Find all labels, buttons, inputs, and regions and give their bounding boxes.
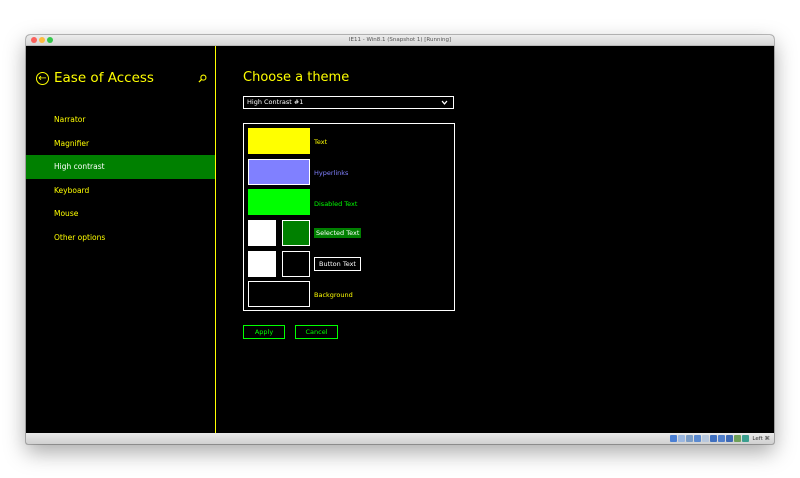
network-icon[interactable] <box>694 435 702 442</box>
mouse-integration-icon[interactable] <box>742 435 750 442</box>
button-text-fg-swatch[interactable] <box>248 251 276 277</box>
sidebar-item-narrator[interactable]: Narrator <box>26 108 215 132</box>
back-arrow-icon[interactable]: ← <box>36 72 49 85</box>
hard-disk-icon[interactable] <box>670 435 678 442</box>
sidebar: ← Ease of Access Narrator Magnifier High… <box>26 46 216 433</box>
selected-text-fg-swatch[interactable] <box>248 220 276 246</box>
optical-drive-icon[interactable] <box>678 435 686 442</box>
audio-icon[interactable] <box>686 435 694 442</box>
selected-text-bg-swatch[interactable] <box>282 220 310 246</box>
hyperlinks-color-swatch[interactable] <box>248 159 310 185</box>
window-titlebar: IE11 - Win8.1 (Snapshot 1) [Running] <box>26 35 774 46</box>
theme-dropdown-value: High Contrast #1 <box>247 98 304 106</box>
search-icon[interactable] <box>198 74 207 83</box>
page-title: Choose a theme <box>243 70 350 85</box>
shared-folder-icon[interactable] <box>710 435 718 442</box>
chevron-down-icon <box>441 100 448 105</box>
sidebar-item-magnifier[interactable]: Magnifier <box>26 132 215 156</box>
display-icon[interactable] <box>718 435 726 442</box>
hyperlinks-swatch-label: Hyperlinks <box>314 169 349 177</box>
text-swatch-label: Text <box>314 138 328 146</box>
text-color-swatch[interactable] <box>248 128 310 154</box>
theme-swatch-panel: Text Hyperlinks Disabled Text Selected T… <box>243 123 455 311</box>
main-content: Choose a theme High Contrast #1 Text Hyp… <box>216 46 774 433</box>
app-window: IE11 - Win8.1 (Snapshot 1) [Running] ← E… <box>26 35 774 444</box>
vt-x-icon[interactable] <box>734 435 742 442</box>
sidebar-item-keyboard[interactable]: Keyboard <box>26 179 215 203</box>
video-capture-icon[interactable] <box>726 435 734 442</box>
background-swatch-label: Background <box>314 291 353 299</box>
button-text-swatch-label: Button Text <box>314 257 361 271</box>
cancel-button[interactable]: Cancel <box>295 325 338 339</box>
sidebar-item-other-options[interactable]: Other options <box>26 226 215 250</box>
disabled-text-swatch-label: Disabled Text <box>314 200 358 208</box>
usb-icon[interactable] <box>702 435 710 442</box>
host-key-label: Left ⌘ <box>752 435 770 442</box>
sidebar-nav: Narrator Magnifier High contrast Keyboar… <box>26 108 215 250</box>
disabled-text-color-swatch[interactable] <box>248 189 310 215</box>
vm-status-icons: Left ⌘ <box>670 434 770 443</box>
selected-text-swatch-label: Selected Text <box>314 228 362 238</box>
apply-button[interactable]: Apply <box>243 325 285 339</box>
background-color-swatch[interactable] <box>248 281 310 307</box>
window-title: IE11 - Win8.1 (Snapshot 1) [Running] <box>348 37 452 43</box>
vm-screen: ← Ease of Access Narrator Magnifier High… <box>26 46 774 433</box>
sidebar-title: Ease of Access <box>54 70 154 86</box>
button-text-bg-swatch[interactable] <box>282 251 310 277</box>
sidebar-item-mouse[interactable]: Mouse <box>26 202 215 226</box>
vm-statusbar: Left ⌘ <box>26 433 774 444</box>
sidebar-item-high-contrast[interactable]: High contrast <box>26 155 215 179</box>
theme-dropdown[interactable]: High Contrast #1 <box>243 96 454 109</box>
